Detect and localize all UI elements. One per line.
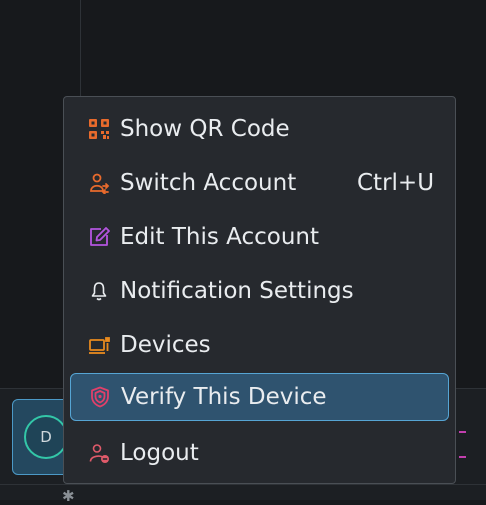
menu-item-switch-account[interactable]: Switch Account Ctrl+U (70, 159, 449, 207)
switch-account-icon (90, 173, 110, 194)
qr-code-icon (89, 119, 109, 139)
menu-item-notification-settings[interactable]: Notification Settings (70, 267, 449, 315)
account-context-menu: Show QR Code Switch Account Ctrl+U Edit … (63, 96, 456, 484)
menu-item-show-qr-code[interactable]: Show QR Code (70, 105, 449, 153)
menu-item-label: Notification Settings (120, 278, 354, 304)
bell-icon (91, 282, 107, 301)
gear-icon[interactable]: ✱ (62, 487, 75, 505)
status-mark (459, 431, 466, 433)
menu-item-label: Verify This Device (121, 384, 327, 410)
menu-item-label: Edit This Account (120, 224, 320, 250)
menu-item-label: Devices (120, 332, 211, 358)
menu-item-label: Show QR Code (120, 116, 290, 142)
avatar[interactable]: D (24, 415, 68, 459)
logout-icon (89, 444, 109, 463)
bottom-divider (0, 484, 486, 485)
menu-item-label: Switch Account (120, 170, 297, 196)
shortcut-label: Ctrl+U (357, 170, 435, 196)
devices-icon (89, 337, 110, 354)
status-mark (459, 456, 466, 458)
menu-item-edit-this-account[interactable]: Edit This Account (70, 213, 449, 261)
edit-icon (90, 227, 110, 246)
menu-item-logout[interactable]: Logout (70, 429, 449, 477)
shield-icon (91, 386, 109, 408)
menu-item-verify-this-device[interactable]: Verify This Device (70, 373, 449, 421)
menu-item-label: Logout (120, 440, 199, 466)
menu-item-devices[interactable]: Devices (70, 321, 449, 369)
